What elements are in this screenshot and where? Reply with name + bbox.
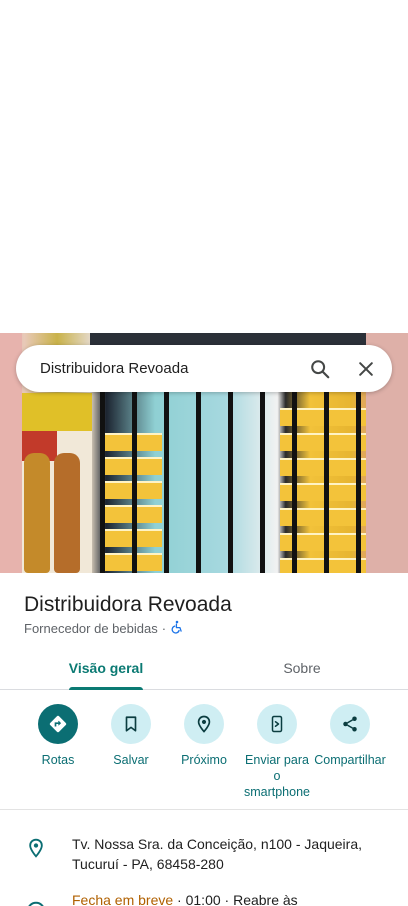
place-category-row: Fornecedor de bebidas · [24, 620, 394, 637]
send-to-phone-button[interactable]: Enviar para o smartphone [239, 704, 315, 800]
nearby-button[interactable]: Próximo [166, 704, 242, 768]
map-area-blank [0, 0, 408, 333]
close-icon[interactable] [346, 349, 386, 389]
hours-detail: · 01:00 · Reabre às [173, 892, 298, 906]
hours-row[interactable]: Fecha em breve · 01:00 · Reabre às [0, 890, 408, 906]
send-to-phone-icon[interactable] [257, 704, 297, 744]
tab-about[interactable]: Sobre [254, 646, 350, 690]
action-buttons: Rotas Salvar Próximo Enviar para o smart… [0, 704, 408, 808]
directions-icon[interactable] [38, 704, 78, 744]
directions-button[interactable]: Rotas [20, 704, 96, 768]
address-row[interactable]: Tv. Nossa Sra. da Conceição, n100 - Jaqu… [0, 834, 408, 874]
directions-label: Rotas [41, 753, 75, 767]
save-label: Salvar [113, 753, 149, 767]
share-icon[interactable] [330, 704, 370, 744]
place-category[interactable]: Fornecedor de bebidas [24, 621, 158, 636]
save-button[interactable]: Salvar [93, 704, 169, 768]
active-tab-indicator [69, 687, 143, 690]
search-icon[interactable] [300, 349, 340, 389]
place-tabs: Visão geral Sobre [0, 646, 408, 690]
search-query-text[interactable]: Distribuidora Revoada [40, 360, 300, 377]
search-bar[interactable]: Distribuidora Revoada [16, 345, 392, 392]
hours-text: Fecha em breve · 01:00 · Reabre às [72, 890, 382, 906]
separator-dot: · [161, 621, 167, 636]
bookmark-icon[interactable] [111, 704, 151, 744]
share-label: Compartilhar [314, 753, 386, 767]
nearby-label: Próximo [181, 753, 227, 767]
location-pin-icon [0, 834, 72, 874]
tab-about-label: Sobre [283, 660, 321, 676]
share-button[interactable]: Compartilhar [312, 704, 388, 768]
tab-overview-label: Visão geral [68, 660, 144, 676]
nearby-icon[interactable] [184, 704, 224, 744]
address-text: Tv. Nossa Sra. da Conceição, n100 - Jaqu… [72, 836, 363, 872]
clock-icon [0, 890, 72, 906]
section-divider [0, 809, 408, 810]
place-header: Distribuidora Revoada Fornecedor de bebi… [24, 592, 394, 637]
place-title: Distribuidora Revoada [24, 593, 232, 616]
send-to-phone-label: Enviar para o smartphone [243, 753, 310, 799]
wheelchair-icon [170, 620, 184, 637]
hours-status: Fecha em breve [72, 892, 174, 906]
tab-overview[interactable]: Visão geral [58, 646, 154, 690]
